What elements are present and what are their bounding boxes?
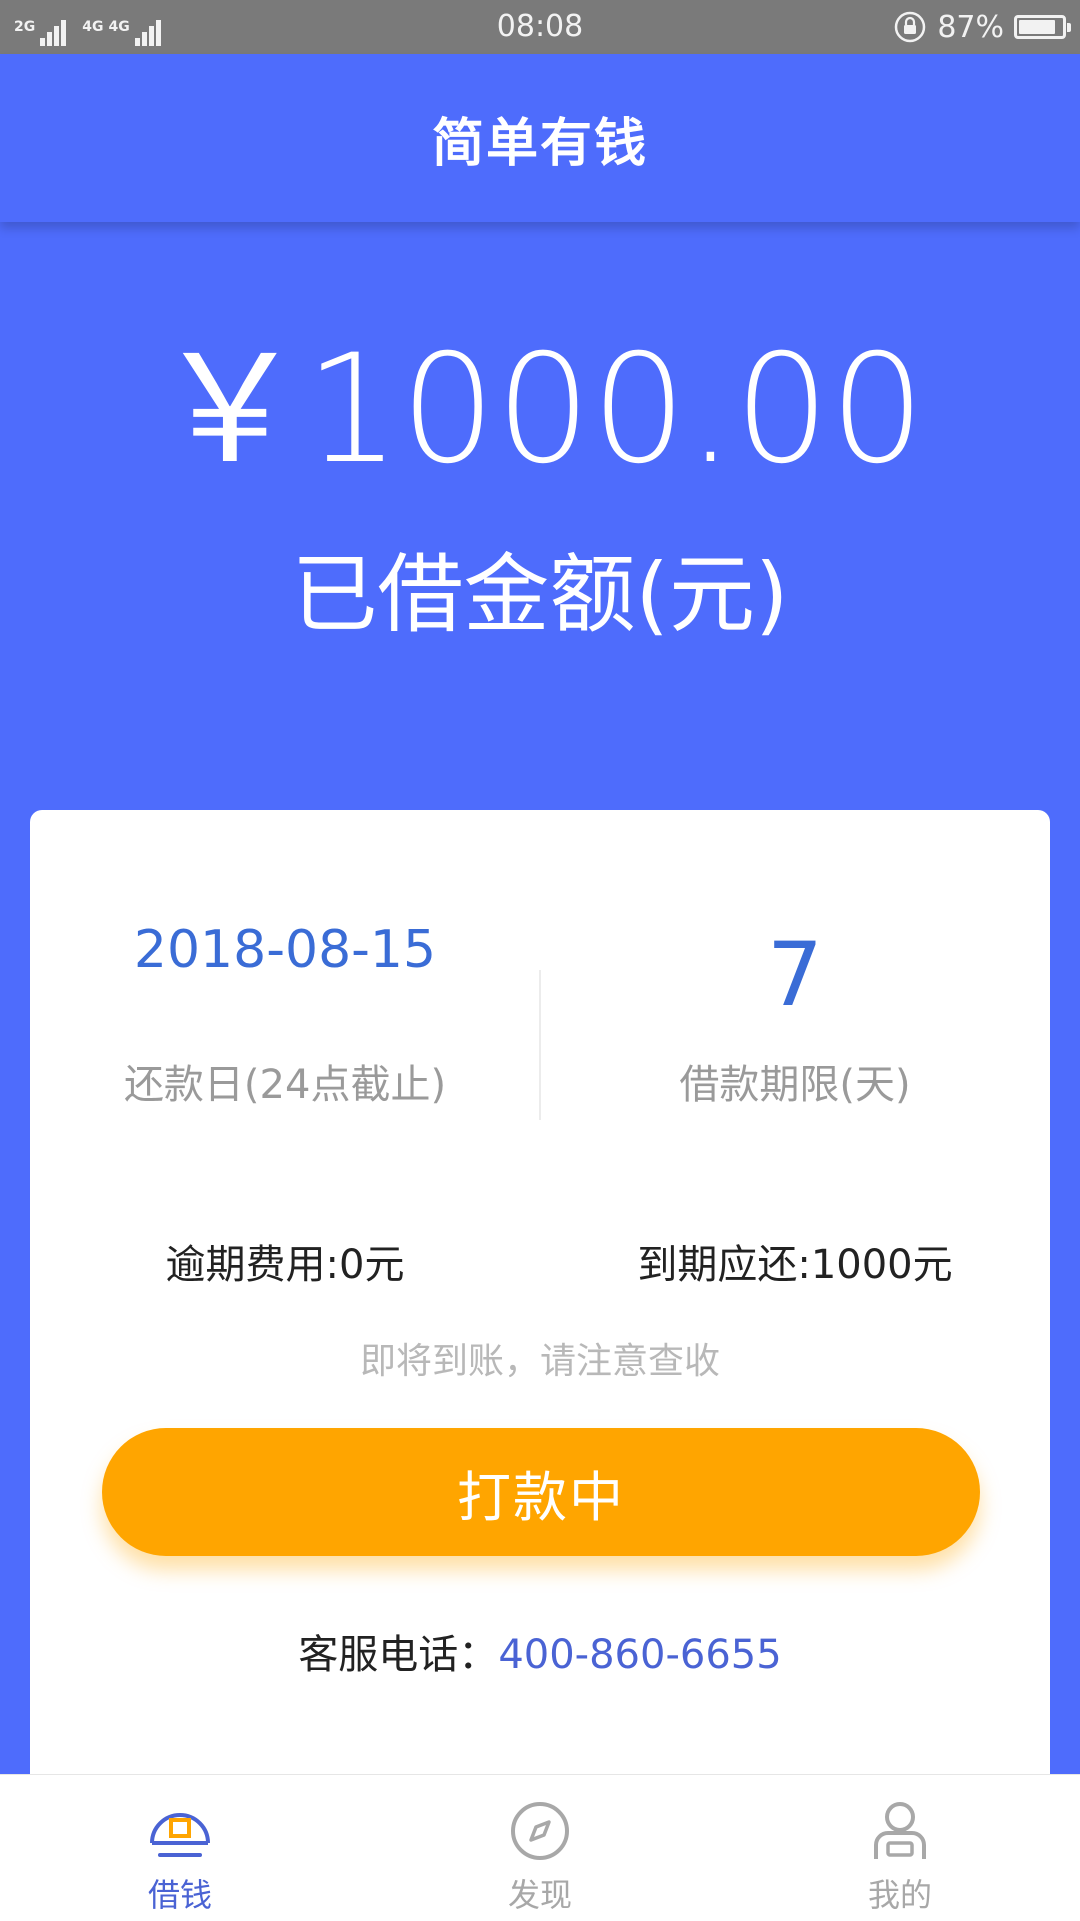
hotline-number-link[interactable]: 400-860-6655 (498, 1632, 781, 1678)
repay-date-label: 还款日(24点截止) (123, 1062, 447, 1108)
customer-service-hotline: 客服电话：400-860-6655 (30, 1630, 1050, 1680)
borrowed-amount: ￥1000.00 (154, 323, 926, 497)
loan-term-label: 借款期限(天) (679, 1062, 911, 1108)
overdue-fee: 逾期费用:0元 (165, 1242, 405, 1288)
due-amount: 到期应还:1000元 (637, 1242, 953, 1288)
wallet-icon (150, 1813, 210, 1857)
person-icon (874, 1802, 926, 1859)
nav-item-borrow[interactable]: 借钱 (0, 1775, 360, 1921)
battery-percent: 87% (937, 9, 1004, 45)
borrowed-amount-label: 已借金额(元) (291, 545, 789, 645)
battery-icon (1014, 15, 1071, 39)
status-bar: 2G 4G 4G 08:08 87% (0, 0, 1080, 54)
bottom-navigation: 借钱 发现 我的 (0, 1774, 1080, 1921)
app-title: 简单有钱 (431, 113, 648, 174)
rotation-lock-icon (895, 11, 926, 43)
payment-status-button[interactable]: 打款中 (102, 1428, 980, 1556)
nav-label-discover: 发现 (507, 1876, 572, 1914)
arrival-notice: 即将到账，请注意查收 (359, 1341, 720, 1382)
loan-term-days: 7 (767, 923, 823, 1026)
nav-item-discover[interactable]: 发现 (360, 1775, 720, 1921)
repay-date: 2018-08-15 (133, 920, 437, 980)
nav-label-mine: 我的 (867, 1876, 932, 1914)
compass-icon (511, 1802, 569, 1860)
loan-detail-card: 2018-08-15 还款日(24点截止) 7 借款期限(天) 逾期费用:0元 … (30, 810, 1050, 1810)
app-bar: 简单有钱 (0, 54, 1080, 222)
nav-label-borrow: 借钱 (147, 1876, 212, 1914)
nav-item-mine[interactable]: 我的 (720, 1775, 1080, 1921)
hotline-label: 客服电话： (298, 1632, 499, 1678)
